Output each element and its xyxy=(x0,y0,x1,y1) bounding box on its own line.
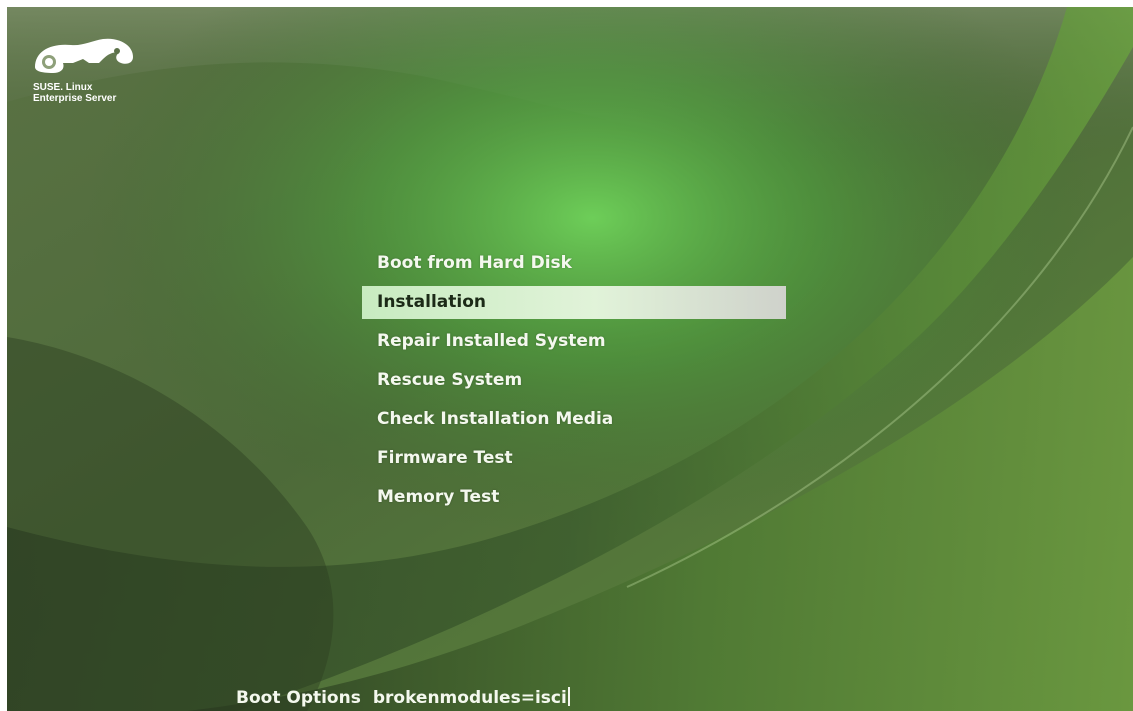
boot-options-label: Boot Options xyxy=(236,688,361,708)
brand-line-1: SUSE. Linux xyxy=(33,82,93,93)
menu-item-boot-from-hard-disk[interactable]: Boot from Hard Disk xyxy=(362,247,786,280)
boot-screen: SUSE. Linux Enterprise Server Boot from … xyxy=(7,7,1133,711)
boot-options-input[interactable]: brokenmodules=isci xyxy=(373,686,567,711)
screen-frame: SUSE. Linux Enterprise Server Boot from … xyxy=(0,0,1133,711)
boot-options-bar: Boot Options brokenmodules=isci xyxy=(236,686,570,711)
text-cursor xyxy=(567,687,570,706)
brand-text: SUSE. Linux Enterprise Server xyxy=(33,82,116,104)
menu-item-firmware-test[interactable]: Firmware Test xyxy=(362,442,786,475)
menu-item-repair-installed-system[interactable]: Repair Installed System xyxy=(362,325,786,358)
menu-item-installation[interactable]: Installation xyxy=(362,286,786,319)
boot-menu: Boot from Hard Disk Installation Repair … xyxy=(362,247,786,520)
menu-item-rescue-system[interactable]: Rescue System xyxy=(362,364,786,397)
suse-chameleon-icon xyxy=(35,38,133,73)
menu-item-memory-test[interactable]: Memory Test xyxy=(362,481,786,514)
brand-line-2: Enterprise Server xyxy=(33,93,117,104)
suse-logo: SUSE. Linux Enterprise Server xyxy=(29,29,169,129)
menu-item-check-installation-media[interactable]: Check Installation Media xyxy=(362,403,786,436)
